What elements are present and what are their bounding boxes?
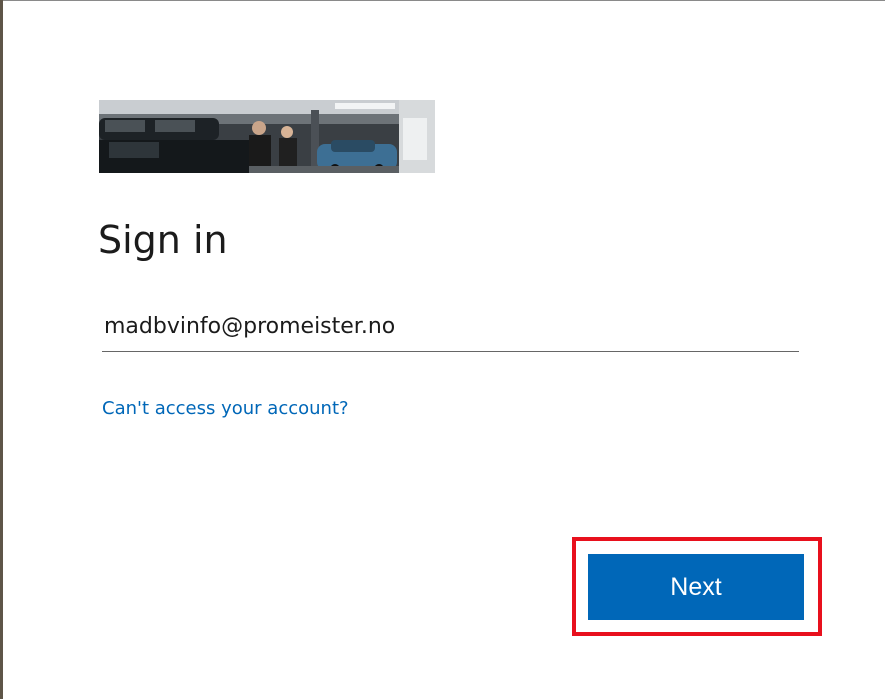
page-title: Sign in	[98, 218, 228, 262]
email-field[interactable]	[102, 302, 799, 352]
page: Sign in Can't access your account? Next	[0, 0, 885, 699]
banner-image	[99, 100, 435, 173]
cant-access-account-link[interactable]: Can't access your account?	[102, 398, 349, 419]
garage-photo-icon	[99, 100, 435, 173]
window-top-edge	[0, 0, 885, 1]
window-left-edge	[0, 0, 3, 699]
next-button[interactable]: Next	[588, 554, 804, 620]
